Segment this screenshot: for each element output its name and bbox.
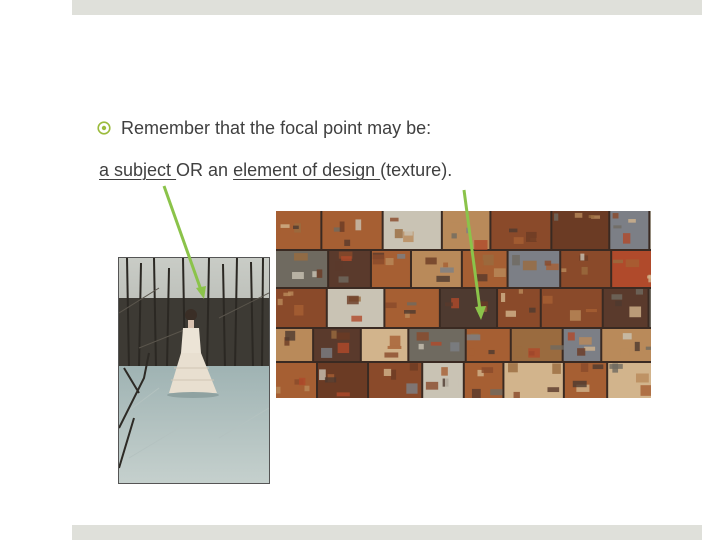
texture-text: (texture). — [380, 160, 453, 180]
bullet-item: Remember that the focal point may be: — [97, 116, 431, 140]
crushed-metal-cubes-texture-photo — [276, 211, 651, 398]
element-of-design-label: element of design — [233, 160, 381, 180]
or-an-text: OR an — [176, 160, 234, 180]
woman-in-white-dress-on-ice-photo — [118, 257, 270, 484]
bullet-text: Remember that the focal point may be: — [121, 117, 432, 138]
bottom-accent-bar — [72, 525, 702, 540]
top-accent-bar — [72, 0, 702, 15]
focal-point-options: a subject OR an element of design (textu… — [99, 160, 452, 181]
subject-label: a subject — [99, 160, 177, 180]
target-circle-icon — [97, 121, 111, 135]
